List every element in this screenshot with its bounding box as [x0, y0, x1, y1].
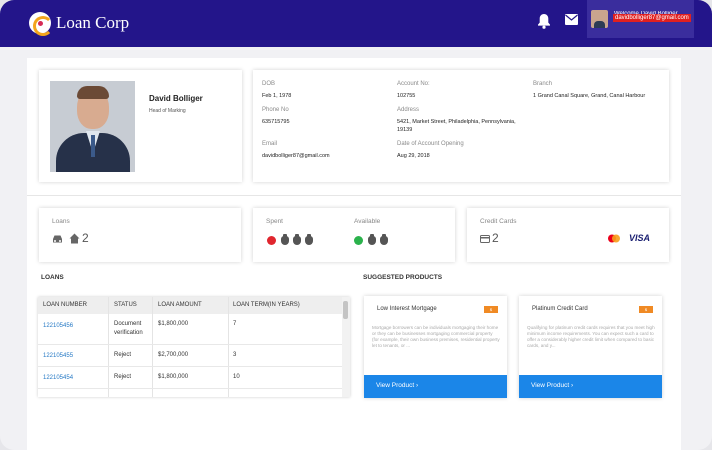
opening-value: Aug 29, 2018	[397, 153, 430, 159]
address-line2: 19139	[397, 127, 413, 133]
spending-stat-card: Spent Available	[253, 208, 455, 262]
dob-label: DOB	[262, 81, 276, 87]
user-menu[interactable]: Welcome David Bolliger davidbolliger87@g…	[587, 0, 694, 38]
home-icon	[69, 233, 80, 244]
loan-status: Reject	[114, 374, 132, 380]
app-window: Loan Corp Welcome David Bolliger davidbo…	[0, 0, 712, 450]
money-bag-icon	[293, 234, 301, 245]
available-label: Available	[354, 218, 381, 225]
product-card-mortgage: Low Interest Mortgage $ Mortgage borrowe…	[364, 296, 507, 398]
product-description: Mortgage borrowers can be individuals mo…	[372, 325, 500, 348]
branch-value: 1 Grand Canal Square, Grand, Canal Harbo…	[533, 93, 646, 99]
loan-term: 7	[233, 321, 237, 327]
email-value: davidbolliger87@gmail.com	[262, 153, 330, 159]
user-avatar	[591, 10, 608, 28]
spent-label: Spent	[266, 218, 283, 225]
address-label: Address	[397, 107, 420, 113]
product-name: Platinum Credit Card	[532, 306, 588, 312]
phone-label: Phone No	[262, 107, 289, 113]
loans-section-title: LOANS	[41, 274, 64, 281]
product-card-platinum: Platinum Credit Card $ Qualifying for pl…	[519, 296, 662, 398]
top-navbar: Loan Corp Welcome David Bolliger davidbo…	[0, 0, 712, 47]
notification-bell-icon[interactable]	[537, 13, 551, 29]
email-label: Email	[262, 141, 278, 147]
col-status[interactable]: STATUS	[114, 302, 137, 308]
table-row[interactable]: 122105455 Reject $2,700,000 3	[38, 345, 342, 367]
money-bag-icon	[380, 234, 388, 245]
product-badge: $	[484, 306, 498, 313]
user-email: davidbolliger87@gmail.com	[613, 14, 691, 22]
profile-role: Head of Marking	[149, 108, 186, 114]
minus-icon	[267, 236, 276, 245]
profile-card: David Bolliger Head of Marking	[39, 70, 242, 182]
view-product-button[interactable]: View Product ›	[364, 375, 507, 398]
divider	[27, 195, 681, 196]
loan-term: 10	[233, 374, 240, 380]
loan-status-cont: verification	[114, 330, 143, 336]
mastercard-icon	[608, 234, 620, 243]
credit-cards-label: Credit Cards	[480, 218, 517, 225]
account-value: 102755	[397, 93, 416, 99]
loan-number-link[interactable]: 122105454	[43, 374, 73, 383]
visa-icon: VISA	[629, 233, 651, 243]
table-row[interactable]: 122105456 Document verification $1,800,0…	[38, 314, 342, 345]
plus-icon	[354, 236, 363, 245]
col-loan-term[interactable]: LOAN TERM(IN YEARS)	[233, 302, 300, 308]
loan-status: Document	[114, 321, 142, 327]
product-name: Low Interest Mortgage	[377, 306, 437, 312]
loan-number-link[interactable]: 122105456	[43, 322, 73, 331]
loan-number-link[interactable]: 122105455	[43, 352, 73, 361]
col-loan-number[interactable]: LOAN NUMBER	[43, 302, 87, 308]
branch-label: Branch	[533, 81, 553, 87]
loans-table: LOAN NUMBER STATUS LOAN AMOUNT LOAN TERM…	[38, 297, 350, 397]
loans-stat-card: Loans 2	[39, 208, 241, 262]
products-section-title: SUGGESTED PRODUCTS	[363, 274, 443, 281]
phone-value: 635715795	[262, 119, 290, 125]
product-badge: $	[639, 306, 653, 313]
credit-cards-count: 2	[492, 231, 499, 245]
table-row[interactable]: 122105454 Reject $1,800,000 10	[38, 367, 342, 389]
profile-name: David Bolliger	[149, 94, 203, 103]
money-bag-icon	[281, 234, 289, 245]
credit-cards-stat-card: Credit Cards 2 VISA	[467, 208, 669, 262]
loan-amount: $1,800,000	[158, 374, 189, 380]
address-line1: 5421, Market Street, Philadelphia, Penns…	[397, 119, 516, 125]
profile-photo	[50, 81, 135, 172]
product-description: Qualifying for platinum credit cards req…	[527, 325, 655, 348]
table-header: LOAN NUMBER STATUS LOAN AMOUNT LOAN TERM…	[38, 297, 342, 314]
loans-label: Loans	[52, 218, 70, 225]
table-scrollbar[interactable]	[342, 297, 350, 397]
account-details-card: DOB Feb 1, 1978 Account No: 102755 Branc…	[253, 70, 669, 182]
credit-card-icon	[480, 235, 490, 243]
opening-label: Date of Account Opening	[397, 141, 464, 147]
car-icon	[53, 235, 62, 243]
money-bag-icon	[368, 234, 376, 245]
brand-name[interactable]: Loan Corp	[56, 13, 129, 33]
mail-icon[interactable]	[565, 14, 578, 25]
loan-amount: $1,800,000	[158, 321, 189, 327]
loan-status: Reject	[114, 352, 132, 358]
loan-corp-logo-icon[interactable]	[29, 12, 53, 36]
money-bag-icon	[305, 234, 313, 245]
loans-count: 2	[82, 231, 89, 245]
scrollbar-thumb[interactable]	[343, 301, 348, 319]
dob-value: Feb 1, 1978	[262, 93, 292, 99]
account-label: Account No:	[397, 81, 430, 87]
loan-amount: $2,700,000	[158, 352, 189, 358]
main-content: David Bolliger Head of Marking DOB Feb 1…	[27, 58, 681, 450]
view-product-button[interactable]: View Product ›	[519, 375, 662, 398]
loan-term: 3	[233, 352, 237, 358]
col-loan-amount[interactable]: LOAN AMOUNT	[158, 302, 202, 308]
